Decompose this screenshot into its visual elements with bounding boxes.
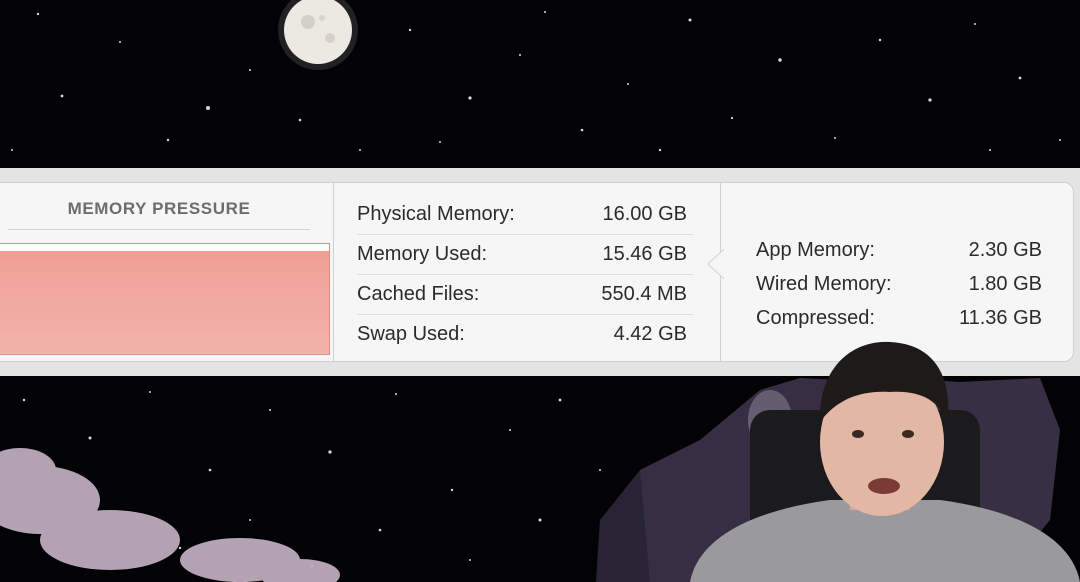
memory-pressure-title: MEMORY PRESSURE (67, 199, 251, 218)
memory-pressure-graph (0, 243, 330, 355)
stat-row-swap-used: Swap Used: 4.42 GB (357, 315, 693, 355)
stat-value: 15.46 GB (602, 243, 687, 265)
stat-label: Physical Memory: (357, 203, 515, 225)
stat-value: 4.42 GB (613, 323, 687, 345)
memory-pressure-fill (0, 250, 329, 354)
stat-row-memory-used: Memory Used: 15.46 GB (357, 235, 693, 275)
stat-label: Swap Used: (357, 323, 465, 345)
stat-label: Memory Used: (357, 243, 488, 265)
divider (8, 229, 310, 230)
stat-label: Cached Files: (357, 283, 480, 305)
detail-value: 11.36 GB (958, 307, 1042, 329)
webcam-presenter (690, 341, 1080, 582)
detail-label: Wired Memory: (756, 273, 892, 295)
mouth (868, 478, 900, 494)
detail-label: Compressed: (756, 307, 875, 329)
detail-label: App Memory: (756, 239, 875, 261)
eye (852, 430, 864, 438)
stat-value: 16.00 GB (602, 203, 687, 225)
detail-value: 2.30 GB (968, 239, 1042, 261)
memory-pressure-section: MEMORY PRESSURE (0, 183, 334, 361)
stat-row-cached-files: Cached Files: 550.4 MB (357, 275, 693, 315)
eye (902, 430, 914, 438)
memory-stats-section: Physical Memory: 16.00 GB Memory Used: 1… (335, 183, 721, 361)
stat-row-physical-memory: Physical Memory: 16.00 GB (357, 195, 693, 235)
detail-value: 1.80 GB (968, 273, 1042, 295)
stat-value: 550.4 MB (601, 283, 687, 305)
